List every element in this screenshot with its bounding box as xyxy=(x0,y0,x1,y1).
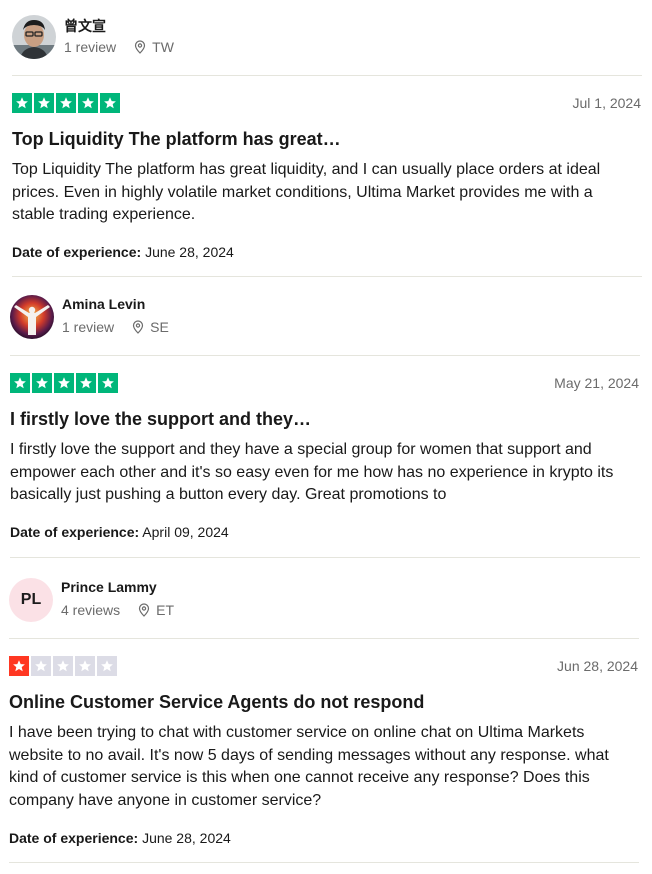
country-code: ET xyxy=(156,602,175,618)
review-count: 1 review xyxy=(64,39,117,55)
review-body: I have been trying to chat with customer… xyxy=(9,724,609,809)
reviewer-meta: 1 review TW xyxy=(64,39,174,55)
experience-label: Date of experience: xyxy=(10,524,140,540)
star-empty-icon xyxy=(97,656,117,676)
review-title[interactable]: Top Liquidity The platform has great… xyxy=(12,129,341,150)
date-of-experience: Date of experience: June 28, 2024 xyxy=(12,244,234,260)
reviewer-meta: 1 review SE xyxy=(62,319,169,335)
reviewer-info[interactable]: 曾文宣 1 review TW xyxy=(12,15,312,63)
location-pin-icon xyxy=(138,603,150,617)
experience-label: Date of experience: xyxy=(9,830,139,846)
star-empty-icon xyxy=(53,656,73,676)
country-code: TW xyxy=(152,39,174,55)
star-filled-icon xyxy=(12,93,32,113)
reviewer-name[interactable]: Amina Levin xyxy=(62,296,145,312)
avatar[interactable] xyxy=(10,295,54,339)
star-rating xyxy=(9,656,117,676)
reviewer-meta: 4 reviews ET xyxy=(61,602,174,618)
review-body: Top Liquidity The platform has great liq… xyxy=(12,161,601,223)
divider xyxy=(9,862,639,863)
star-filled-icon xyxy=(34,93,54,113)
review-date: Jun 28, 2024 xyxy=(557,658,638,674)
star-filled-icon xyxy=(56,93,76,113)
star-rating xyxy=(12,93,120,113)
avatar[interactable] xyxy=(12,15,56,59)
star-filled-icon xyxy=(9,656,29,676)
star-empty-icon xyxy=(75,656,95,676)
review-date: Jul 1, 2024 xyxy=(572,95,642,111)
date-of-experience: Date of experience: April 09, 2024 xyxy=(10,524,229,540)
review-count: 1 review xyxy=(62,319,115,335)
reviewer-info[interactable]: Amina Levin 1 review SE xyxy=(10,295,310,343)
experience-date: June 28, 2024 xyxy=(145,244,234,260)
review-body: I firstly love the support and they have… xyxy=(10,441,614,503)
experience-label: Date of experience: xyxy=(12,244,142,260)
review-title[interactable]: Online Customer Service Agents do not re… xyxy=(9,692,424,713)
date-of-experience: Date of experience: June 28, 2024 xyxy=(9,830,231,846)
location-pin-icon xyxy=(134,40,146,54)
reviewer-name[interactable]: 曾文宣 xyxy=(64,16,106,36)
country-code: SE xyxy=(150,319,169,335)
star-filled-icon xyxy=(76,373,96,393)
reviewer-info[interactable]: PL Prince Lammy 4 reviews ET xyxy=(9,578,309,626)
divider xyxy=(10,355,640,356)
reviewer-name[interactable]: Prince Lammy xyxy=(61,579,157,595)
star-empty-icon xyxy=(31,656,51,676)
avatar[interactable]: PL xyxy=(9,578,53,622)
star-filled-icon xyxy=(100,93,120,113)
divider xyxy=(12,75,642,76)
star-filled-icon xyxy=(78,93,98,113)
divider xyxy=(9,638,639,639)
experience-date: April 09, 2024 xyxy=(142,524,229,540)
divider xyxy=(10,557,640,558)
divider xyxy=(12,276,642,277)
star-rating xyxy=(10,373,118,393)
review-count: 4 reviews xyxy=(61,602,121,618)
star-filled-icon xyxy=(10,373,30,393)
location-pin-icon xyxy=(132,320,144,334)
review-date: May 21, 2024 xyxy=(554,375,639,391)
star-filled-icon xyxy=(98,373,118,393)
experience-date: June 28, 2024 xyxy=(142,830,231,846)
star-filled-icon xyxy=(54,373,74,393)
star-filled-icon xyxy=(32,373,52,393)
review-title[interactable]: I firstly love the support and they… xyxy=(10,409,311,430)
